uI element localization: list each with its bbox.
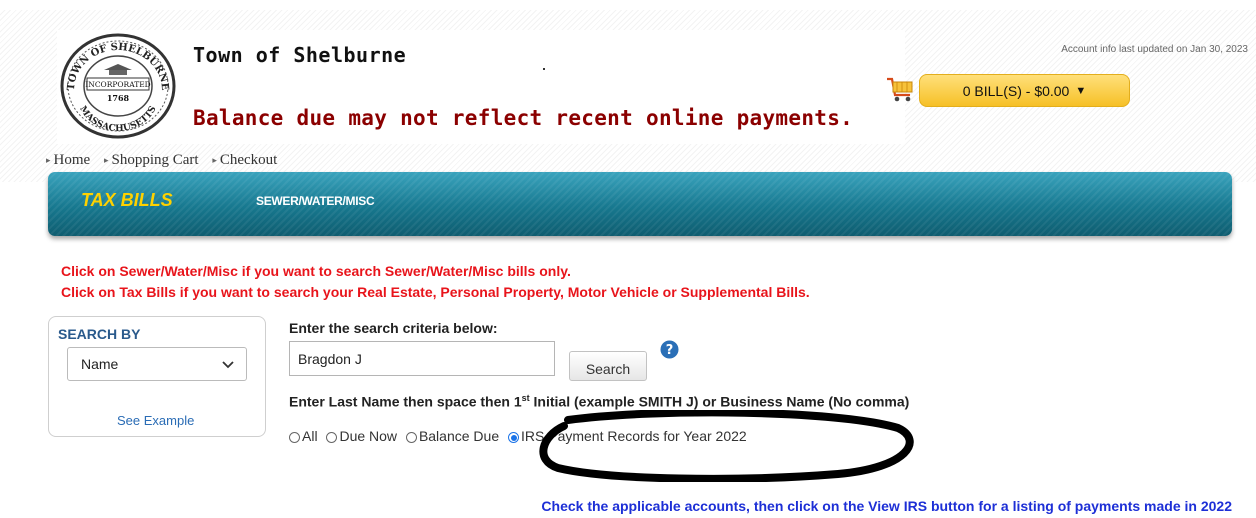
town-seal-logo: TOWN OF SHELBURNE MASSACHUSETTS INCORPOR…	[60, 33, 176, 139]
radio-circle	[289, 432, 300, 443]
breadcrumb: ▸ Home ▸ Shopping Cart ▸ Checkout	[46, 152, 287, 169]
hint-sup: st	[521, 393, 530, 403]
see-example-link[interactable]: See Example	[117, 413, 194, 428]
account-updated-text: Account info last updated on Jan 30, 202…	[1061, 44, 1248, 55]
bill-type-navbar: TAX BILLS SEWER/WATER/MISC	[48, 172, 1232, 236]
chevron-down-icon	[222, 361, 234, 369]
radio-due-now-label: Due Now	[339, 428, 398, 444]
instruction-sewer: Click on Sewer/Water/Misc if you want to…	[61, 263, 571, 279]
instruction-tax-bills: Click on Tax Bills if you want to search…	[61, 284, 810, 300]
hint-part2: Initial (example SMITH J) or Business Na…	[529, 393, 910, 410]
criteria-label: Enter the search criteria below:	[289, 320, 498, 336]
hint-part1: Enter Last Name then space then 1	[289, 393, 522, 410]
tab-sewer-water-misc[interactable]: SEWER/WATER/MISC	[256, 194, 375, 208]
radio-circle	[405, 432, 417, 443]
breadcrumb-home[interactable]: ▸ Home	[46, 152, 90, 168]
filter-radio-group: All Due Now Balance Due IRS Payment Reco…	[289, 428, 752, 446]
chevron-right-icon: ▸	[46, 155, 51, 165]
radio-balance-due-label: Balance Due	[418, 428, 500, 444]
decor-dot	[543, 68, 545, 70]
search-by-selected: Name	[81, 356, 119, 372]
search-input[interactable]	[289, 341, 555, 376]
svg-text:?: ?	[666, 343, 674, 358]
radio-circle-selected	[508, 432, 519, 443]
breadcrumb-checkout[interactable]: ▸ Checkout	[212, 152, 277, 168]
breadcrumb-checkout-label: Checkout	[219, 152, 278, 168]
hand-drawn-ellipse-annotation	[539, 410, 914, 482]
radio-balance-due[interactable]: Balance Due	[405, 428, 500, 444]
svg-text:1768: 1768	[107, 93, 130, 103]
svg-text:INCORPORATED: INCORPORATED	[85, 80, 150, 89]
radio-all-label: All	[302, 428, 318, 444]
breadcrumb-home-label: Home	[53, 152, 91, 168]
bill-summary-button[interactable]: 0 BILL(S) - $0.00 ▼	[919, 74, 1130, 107]
radio-irs-label: IRS Payment Records for Year 2022	[521, 428, 747, 444]
radio-all[interactable]: All	[289, 428, 318, 444]
radio-circle	[326, 432, 338, 443]
search-by-panel: SEARCH BY Name See Example	[48, 316, 266, 437]
breadcrumb-shopping-cart[interactable]: ▸ Shopping Cart	[104, 152, 199, 168]
radio-due-now[interactable]: Due Now	[326, 428, 397, 444]
help-icon[interactable]: ?	[660, 340, 679, 359]
bill-summary-label: 0 BILL(S) - $0.00	[962, 82, 1070, 99]
chevron-right-icon: ▸	[212, 155, 217, 165]
shopping-cart-icon[interactable]	[885, 76, 915, 104]
tab-tax-bills[interactable]: TAX BILLS	[81, 190, 173, 211]
chevron-right-icon: ▸	[103, 155, 109, 165]
caret-down-icon: ▼	[1075, 84, 1087, 97]
breadcrumb-cart-label: Shopping Cart	[111, 152, 199, 168]
radio-irs-payment-records[interactable]: IRS Payment Records for Year 2022	[508, 428, 747, 444]
balance-warning: Balance due may not reflect recent onlin…	[193, 106, 854, 130]
search-by-label: SEARCH BY	[58, 326, 141, 342]
search-button[interactable]: Search	[569, 351, 647, 381]
search-by-select[interactable]: Name	[67, 347, 247, 381]
search-hint: Enter Last Name then space then 1st Init…	[289, 393, 909, 410]
town-title: Town of Shelburne	[193, 43, 407, 67]
irs-instruction-note: Check the applicable accounts, then clic…	[541, 498, 1232, 514]
